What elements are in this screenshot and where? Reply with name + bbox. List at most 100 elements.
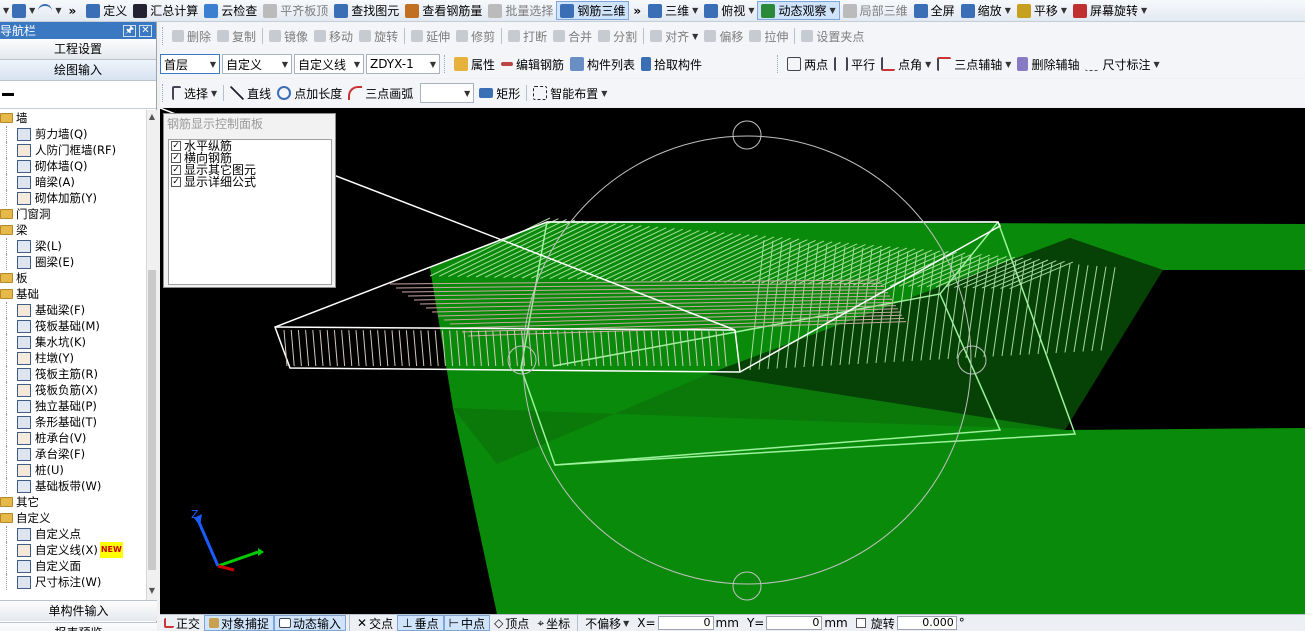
tree-item[interactable]: 自定义点 — [0, 526, 146, 542]
toolbar-fullscreen-button[interactable]: 全屏 — [911, 1, 958, 21]
rebar-option[interactable]: ✓ 显示详细公式 — [169, 176, 331, 188]
delete-aux-button[interactable]: 删除辅轴 — [1014, 54, 1082, 74]
toolbar-define-button[interactable]: 定义 — [83, 1, 130, 21]
split-button[interactable]: 分割 — [595, 26, 640, 46]
tree-item[interactable]: 桩承台(V) — [0, 430, 146, 446]
rotate-button[interactable]: 旋转 — [356, 26, 401, 46]
copy-button[interactable]: 复制 — [214, 26, 259, 46]
tree-item[interactable]: 条形基础(T) — [0, 414, 146, 430]
tree-item[interactable]: 自定义线(X) NEW — [0, 542, 146, 558]
toolbar-cube-button[interactable]: 三维 ▼ — [645, 1, 701, 21]
delete-button[interactable]: 删除 — [169, 26, 214, 46]
three-point-aux-button[interactable]: 三点辅轴 ▼ — [934, 54, 1014, 74]
engineering-settings-button[interactable]: 工程设置 — [0, 39, 156, 60]
scrollbar-thumb[interactable] — [148, 270, 156, 570]
tree-item[interactable]: 承台梁(F) — [0, 446, 146, 462]
toolbar-grip[interactable] — [162, 27, 165, 45]
checkbox[interactable]: ✓ — [171, 165, 181, 175]
toolbar-local-3d-button[interactable]: 局部三维 — [840, 1, 911, 21]
offset-button[interactable]: 偏移 — [701, 26, 746, 46]
tree-category[interactable]: 梁 — [0, 222, 146, 238]
offset-mode-select[interactable]: 不偏移 ▼ — [581, 615, 633, 631]
tree-category[interactable]: 其它 — [0, 494, 146, 510]
midpoint-snap[interactable]: ⊢ 中点 — [443, 615, 491, 631]
parallel-axis-button[interactable]: 平行 — [831, 54, 878, 74]
three-point-arc-button[interactable]: 三点画弧 — [345, 83, 416, 103]
toolbar-rotate-screen-button[interactable]: 屏幕旋转 ▼ — [1070, 1, 1150, 21]
orbit-handle-top[interactable] — [732, 120, 762, 150]
toolbar-top-view-button[interactable]: 俯视 ▼ — [701, 1, 757, 21]
tree-item[interactable]: 筏板主筋(R) — [0, 366, 146, 382]
pick-component-button[interactable]: 拾取构件 — [638, 54, 705, 74]
single-component-input-button[interactable]: 单构件输入 — [0, 600, 157, 621]
drawing-input-button[interactable]: 绘图输入 — [0, 60, 156, 81]
save-icon[interactable] — [12, 3, 27, 18]
tree-item[interactable]: 圈梁(E) — [0, 254, 146, 270]
properties-button[interactable]: 属性 — [451, 54, 498, 74]
toolbar-align-slab-button[interactable]: 平齐板顶 — [260, 1, 331, 21]
rectangle-button[interactable]: 矩形 — [476, 83, 523, 103]
rotate-input[interactable]: 0.000 — [896, 616, 957, 630]
tree-item[interactable]: 砌体墙(Q) — [0, 158, 146, 174]
perpendicular-snap[interactable]: ⊥ 垂点 — [397, 615, 444, 631]
toolbar-find-button[interactable]: 查找图元 — [331, 1, 402, 21]
tree-item[interactable]: 人防门框墙(RF) — [0, 142, 146, 158]
orthogonal-toggle[interactable]: 正交 — [160, 615, 204, 631]
scroll-down-icon[interactable]: ▼ — [147, 586, 157, 598]
toolbar-sigma-button[interactable]: 汇总计算 — [130, 1, 201, 21]
rotate-checkbox[interactable] — [855, 618, 866, 628]
checkbox[interactable]: ✓ — [171, 141, 181, 151]
tree-item[interactable]: 筏板基础(M) — [0, 318, 146, 334]
close-icon[interactable]: ✕ — [139, 24, 152, 37]
stretch-button[interactable]: 拉伸 — [746, 26, 791, 46]
smart-layout-button[interactable]: 智能布置 ▼ — [530, 83, 610, 103]
trim-button[interactable]: 修剪 — [453, 26, 498, 46]
vertex-snap[interactable]: ◇ 顶点 — [490, 615, 533, 631]
tree-category[interactable]: 墙 — [0, 110, 146, 126]
line-button[interactable]: 直线 — [227, 83, 274, 103]
pin-icon[interactable]: 🖈 — [123, 24, 136, 37]
merge-button[interactable]: 合并 — [550, 26, 595, 46]
tree-category[interactable]: 基础 — [0, 286, 146, 302]
y-input[interactable]: 0 — [766, 616, 823, 630]
toolbar-zoom-button[interactable]: 缩放 ▼ — [958, 1, 1014, 21]
break-button[interactable]: 打断 — [505, 26, 550, 46]
tree-category[interactable]: 自定义 — [0, 510, 146, 526]
tree-item[interactable]: 剪力墙(Q) — [0, 126, 146, 142]
toolbar-cloud-check-button[interactable]: 云检查 — [201, 1, 260, 21]
overflow-icon[interactable]: » — [629, 4, 645, 18]
toolbar-view-rebar-button[interactable]: 查看钢筋量 — [402, 1, 485, 21]
type-select[interactable]: 自定义线 ▼ — [294, 54, 364, 74]
extend-button[interactable]: 延伸 — [408, 26, 453, 46]
toolbar-grip[interactable] — [162, 84, 165, 102]
tree-item[interactable]: 基础梁(F) — [0, 302, 146, 318]
tree-item[interactable]: 独立基础(P) — [0, 398, 146, 414]
tree-item[interactable]: 砌体加筋(Y) — [0, 190, 146, 206]
checkbox[interactable]: ✓ — [171, 153, 181, 163]
tree-item[interactable]: 尺寸标注(W) — [0, 574, 146, 590]
tree-category[interactable]: 门窗洞 — [0, 206, 146, 222]
align-button[interactable]: 对齐 ▼ — [647, 26, 701, 46]
tree-item[interactable]: 梁(L) — [0, 238, 146, 254]
object-snap-toggle[interactable]: 对象捕捉 — [204, 615, 275, 631]
undo-icon[interactable] — [38, 3, 53, 18]
floor-select[interactable]: 首层 ▼ — [160, 54, 220, 74]
tree-category[interactable]: 板 — [0, 270, 146, 286]
tree-scrollbar[interactable]: ▲ ▼ — [146, 110, 157, 600]
toolbar-rebar-3d-button[interactable]: 钢筋三维 — [556, 1, 630, 20]
report-preview-button[interactable]: 报表预览 — [0, 622, 157, 631]
arc-option-select[interactable]: ▼ — [420, 83, 475, 103]
category-select[interactable]: 自定义 ▼ — [222, 54, 292, 74]
toolbar-orbit-button[interactable]: 动态观察 ▼ — [757, 1, 840, 20]
overflow-icon[interactable]: » — [64, 4, 80, 18]
collapse-icon[interactable] — [2, 93, 14, 96]
toolbar-grip[interactable] — [777, 55, 780, 73]
tree-item[interactable]: 暗梁(A) — [0, 174, 146, 190]
tree-item[interactable]: 自定义面 — [0, 558, 146, 574]
toolbar-pan-button[interactable]: 平移 ▼ — [1014, 1, 1070, 21]
select-button[interactable]: 选择 ▼ — [169, 83, 220, 103]
two-point-axis-button[interactable]: 两点 — [784, 54, 831, 74]
dimension-button[interactable]: 尺寸标注 ▼ — [1082, 54, 1162, 74]
quick-access-buttons[interactable]: ▼ ▼ ▼» — [0, 1, 83, 21]
tree-item[interactable]: 集水坑(K) — [0, 334, 146, 350]
